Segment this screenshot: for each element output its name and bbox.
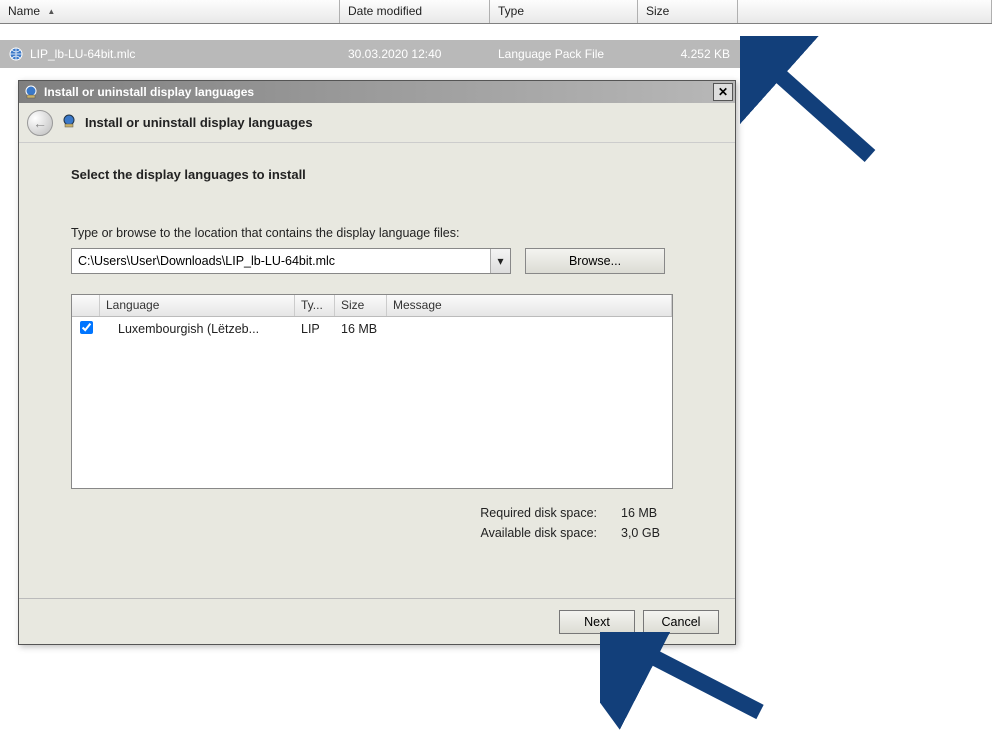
cancel-button[interactable]: Cancel <box>643 610 719 634</box>
th-type[interactable]: Ty... <box>295 295 335 316</box>
globe-installer-icon <box>61 113 77 132</box>
column-date[interactable]: Date modified <box>340 0 490 23</box>
language-pack-file-icon <box>8 46 24 62</box>
annotation-arrow-icon <box>740 36 900 176</box>
column-size-label: Size <box>646 4 669 18</box>
path-dropdown-button[interactable]: ▾ <box>490 249 510 273</box>
annotation-arrow-icon <box>600 632 780 732</box>
path-instruction: Type or browse to the location that cont… <box>71 226 687 240</box>
file-date: 30.03.2020 12:40 <box>340 47 490 61</box>
wizard-header: Install or uninstall display languages <box>19 103 735 143</box>
language-row[interactable]: Luxembourgish (Lëtzeb... LIP 16 MB <box>72 317 672 341</box>
language-size: 16 MB <box>335 322 387 336</box>
dialog-footer: Next Cancel <box>19 598 735 644</box>
available-disk-label: Available disk space: <box>480 523 597 543</box>
close-icon: ✕ <box>718 85 728 99</box>
close-button[interactable]: ✕ <box>713 83 733 101</box>
language-name: Luxembourgish (Lëtzeb... <box>100 322 295 336</box>
dialog-titlebar[interactable]: Install or uninstall display languages ✕ <box>19 81 735 103</box>
install-languages-dialog: Install or uninstall display languages ✕… <box>18 80 736 645</box>
path-row: ▾ Browse... <box>71 248 687 274</box>
file-row-selected[interactable]: LIP_lb-LU-64bit.mlc 30.03.2020 12:40 Lan… <box>0 40 740 68</box>
disk-info: Required disk space: 16 MB Available dis… <box>71 503 673 543</box>
column-name[interactable]: Name ▲ <box>0 0 340 23</box>
section-heading: Select the display languages to install <box>71 167 687 182</box>
required-disk-value: 16 MB <box>621 503 673 523</box>
required-disk-label: Required disk space: <box>480 503 597 523</box>
dialog-body: Select the display languages to install … <box>19 143 735 555</box>
column-date-label: Date modified <box>348 4 422 18</box>
th-checkbox[interactable] <box>72 295 100 316</box>
column-filler <box>738 0 992 23</box>
file-size: 4.252 KB <box>638 47 738 61</box>
available-disk-value: 3,0 GB <box>621 523 673 543</box>
language-checkbox[interactable] <box>80 321 93 334</box>
path-input[interactable] <box>72 249 490 273</box>
file-type: Language Pack File <box>490 47 638 61</box>
th-size[interactable]: Size <box>335 295 387 316</box>
language-table-header: Language Ty... Size Message <box>72 295 672 317</box>
browse-button[interactable]: Browse... <box>525 248 665 274</box>
next-button[interactable]: Next <box>559 610 635 634</box>
language-table: Language Ty... Size Message Luxembourgis… <box>71 294 673 489</box>
th-language[interactable]: Language <box>100 295 295 316</box>
column-name-label: Name <box>8 4 40 18</box>
column-size[interactable]: Size <box>638 0 738 23</box>
globe-installer-icon <box>23 84 39 100</box>
language-type: LIP <box>295 322 335 336</box>
file-name: LIP_lb-LU-64bit.mlc <box>30 47 135 61</box>
th-message[interactable]: Message <box>387 295 672 316</box>
path-combobox[interactable]: ▾ <box>71 248 511 274</box>
sort-ascending-icon: ▲ <box>47 7 55 16</box>
column-type-label: Type <box>498 4 524 18</box>
wizard-title: Install or uninstall display languages <box>85 115 313 130</box>
chevron-down-icon: ▾ <box>497 254 503 268</box>
explorer-column-header: Name ▲ Date modified Type Size <box>0 0 992 24</box>
column-type[interactable]: Type <box>490 0 638 23</box>
back-button[interactable] <box>27 110 53 136</box>
dialog-title: Install or uninstall display languages <box>44 85 713 99</box>
